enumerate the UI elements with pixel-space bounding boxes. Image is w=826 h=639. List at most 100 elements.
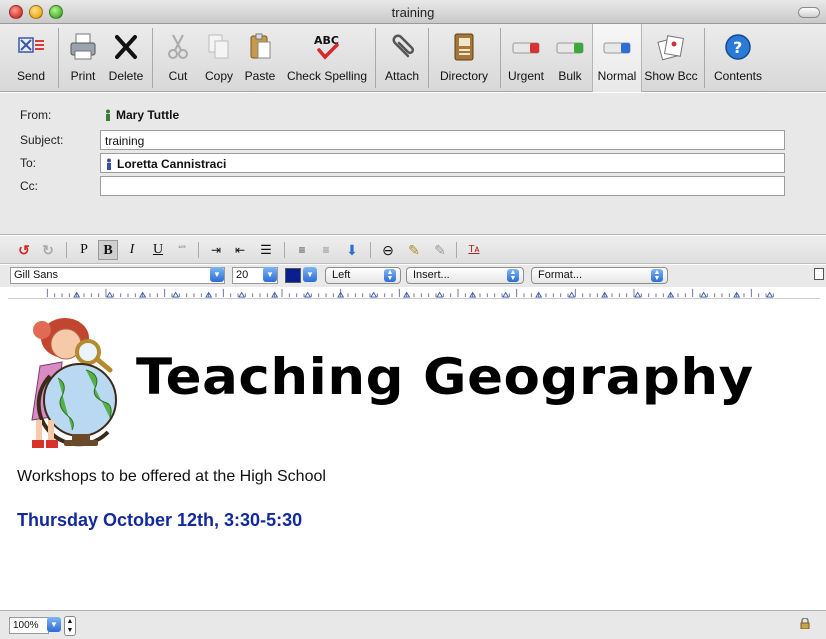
tab-stop-marker[interactable] (436, 291, 444, 298)
help-icon: ? (725, 34, 751, 60)
subject-label: Subject: (20, 133, 64, 147)
ruler[interactable] (8, 287, 820, 299)
tab-stop-marker[interactable] (634, 291, 642, 298)
toolbar-divider (58, 28, 59, 88)
brush-icon[interactable]: ✎ (404, 240, 424, 260)
directory-label: Directory (439, 69, 488, 83)
priority-green-icon (556, 42, 584, 54)
quote-button[interactable]: “” (172, 240, 192, 260)
contents-button[interactable]: ? Contents (708, 24, 768, 92)
show-bcc-button[interactable]: Show Bcc (642, 24, 700, 92)
printer-icon (70, 33, 96, 60)
tab-stop-marker[interactable] (370, 291, 378, 298)
attach-button[interactable]: Attach (380, 24, 424, 92)
toolbar-divider (375, 28, 376, 88)
color-dropdown-arrow[interactable]: ▼ (303, 267, 317, 282)
format-value: Format... (538, 269, 583, 281)
svg-text:?: ? (733, 38, 742, 57)
decrease-indent-icon[interactable]: ⇤ (230, 240, 250, 260)
cc-label: Cc: (20, 179, 38, 193)
to-field[interactable]: Loretta Cannistraci (100, 153, 785, 173)
subject-field[interactable]: training (100, 130, 785, 150)
message-headers: From: Mary Tuttle Subject: training To: … (0, 93, 826, 235)
font-size-dropdown-arrow[interactable]: ▼ (263, 267, 277, 282)
toolbar-divider (704, 28, 705, 88)
cycle-icon[interactable]: ⊖ (378, 240, 398, 260)
font-size-value: 20 (236, 269, 249, 281)
tab-stop-marker[interactable] (304, 291, 312, 298)
priority-red-icon (512, 42, 540, 54)
bulk-button[interactable]: Bulk (549, 24, 591, 92)
send-button[interactable]: Send (6, 24, 56, 92)
page-icon[interactable] (814, 268, 824, 280)
increase-indent-icon[interactable]: ⇥ (206, 240, 226, 260)
font-dropdown-arrow[interactable]: ▼ (210, 267, 224, 282)
message-body[interactable]: Teaching Geography Workshops to be offer… (0, 300, 826, 610)
tab-stop-marker[interactable] (766, 291, 774, 298)
tab-stop-marker[interactable] (238, 291, 246, 298)
font-name-value: Gill Sans (14, 269, 59, 281)
print-button[interactable]: Print (62, 24, 104, 92)
plain-text-button[interactable]: P (74, 240, 94, 260)
tab-stop-marker[interactable] (568, 291, 576, 298)
delete-x-icon (115, 35, 137, 59)
toolbar-divider (500, 28, 501, 88)
brush-disabled-icon[interactable]: ✎ (430, 240, 450, 260)
delete-button[interactable]: Delete (104, 24, 148, 92)
check-spelling-label: Check Spelling (286, 69, 368, 83)
main-toolbar: Send Print Delete Cut Copy Paste ABC Che… (0, 24, 826, 92)
copy-icon (208, 34, 229, 59)
zoom-dropdown-arrow[interactable]: ▼ (47, 617, 61, 632)
insert-value: Insert... (413, 269, 450, 281)
clipboard-icon (250, 33, 271, 59)
underline-button[interactable]: U (148, 240, 168, 260)
toolbar-divider (152, 28, 153, 88)
normal-button[interactable]: Normal (592, 24, 642, 92)
formatting-toolbar: ↺ ↻ P B I U “” ⇥ ⇤ ☰ ≡ ≡ ⬇ ⊖ ✎ ✎ Tᴀ (0, 236, 826, 264)
cut-button[interactable]: Cut (158, 24, 198, 92)
copy-label: Copy (204, 69, 233, 83)
toolbar-divider (428, 28, 429, 88)
tab-stop-marker[interactable] (172, 291, 180, 298)
redo-icon[interactable]: ↻ (38, 240, 58, 260)
font-name-field[interactable]: Gill Sans (10, 267, 225, 284)
format-popup[interactable]: Format... ▲ ▼ (531, 267, 668, 284)
updown-arrows-icon: ▲ ▼ (651, 269, 663, 282)
zoom-stepper[interactable]: ▲ ▼ (64, 616, 76, 636)
toolbar-toggle-button[interactable] (798, 7, 820, 18)
align-bottom-icon[interactable]: ≡ (316, 240, 336, 260)
priority-blue-icon (603, 42, 631, 54)
address-book-icon (454, 33, 474, 61)
clear-formatting-icon[interactable]: Tᴀ (464, 240, 484, 260)
directory-button[interactable]: Directory (432, 24, 496, 92)
bulk-label: Bulk (558, 69, 582, 83)
from-value[interactable]: Mary Tuttle (104, 108, 179, 122)
updown-arrows-icon: ▲ ▼ (384, 269, 396, 282)
tab-stop-marker[interactable] (502, 291, 510, 298)
bulleted-list-icon[interactable]: ☰ (256, 240, 276, 260)
zoom-field[interactable]: 100% (9, 617, 49, 634)
paste-label: Paste (244, 69, 276, 83)
cc-field[interactable] (100, 176, 785, 196)
text-color-swatch[interactable] (285, 268, 301, 283)
align-top-icon[interactable]: ≡ (292, 240, 312, 260)
insert-popup[interactable]: Insert... ▲ ▼ (406, 267, 524, 284)
person-icon (106, 109, 110, 121)
undo-icon[interactable]: ↺ (14, 240, 34, 260)
cards-icon (657, 35, 685, 61)
tab-stop-marker[interactable] (106, 291, 114, 298)
bold-button[interactable]: B (98, 240, 118, 260)
copy-button[interactable]: Copy (199, 24, 239, 92)
alignment-popup[interactable]: Left ▲ ▼ (325, 267, 401, 284)
check-spelling-button[interactable]: ABC Check Spelling (284, 24, 370, 92)
alignment-value: Left (332, 269, 351, 281)
italic-button[interactable]: I (122, 240, 142, 260)
send-icon (18, 37, 44, 53)
insert-down-icon[interactable]: ⬇ (342, 240, 362, 260)
window-title: training (391, 5, 435, 20)
body-line-date: Thursday October 12th, 3:30-5:30 (17, 510, 303, 530)
urgent-button[interactable]: Urgent (503, 24, 549, 92)
paste-button[interactable]: Paste (240, 24, 280, 92)
attach-label: Attach (384, 69, 420, 83)
tab-stop-marker[interactable] (700, 291, 708, 298)
